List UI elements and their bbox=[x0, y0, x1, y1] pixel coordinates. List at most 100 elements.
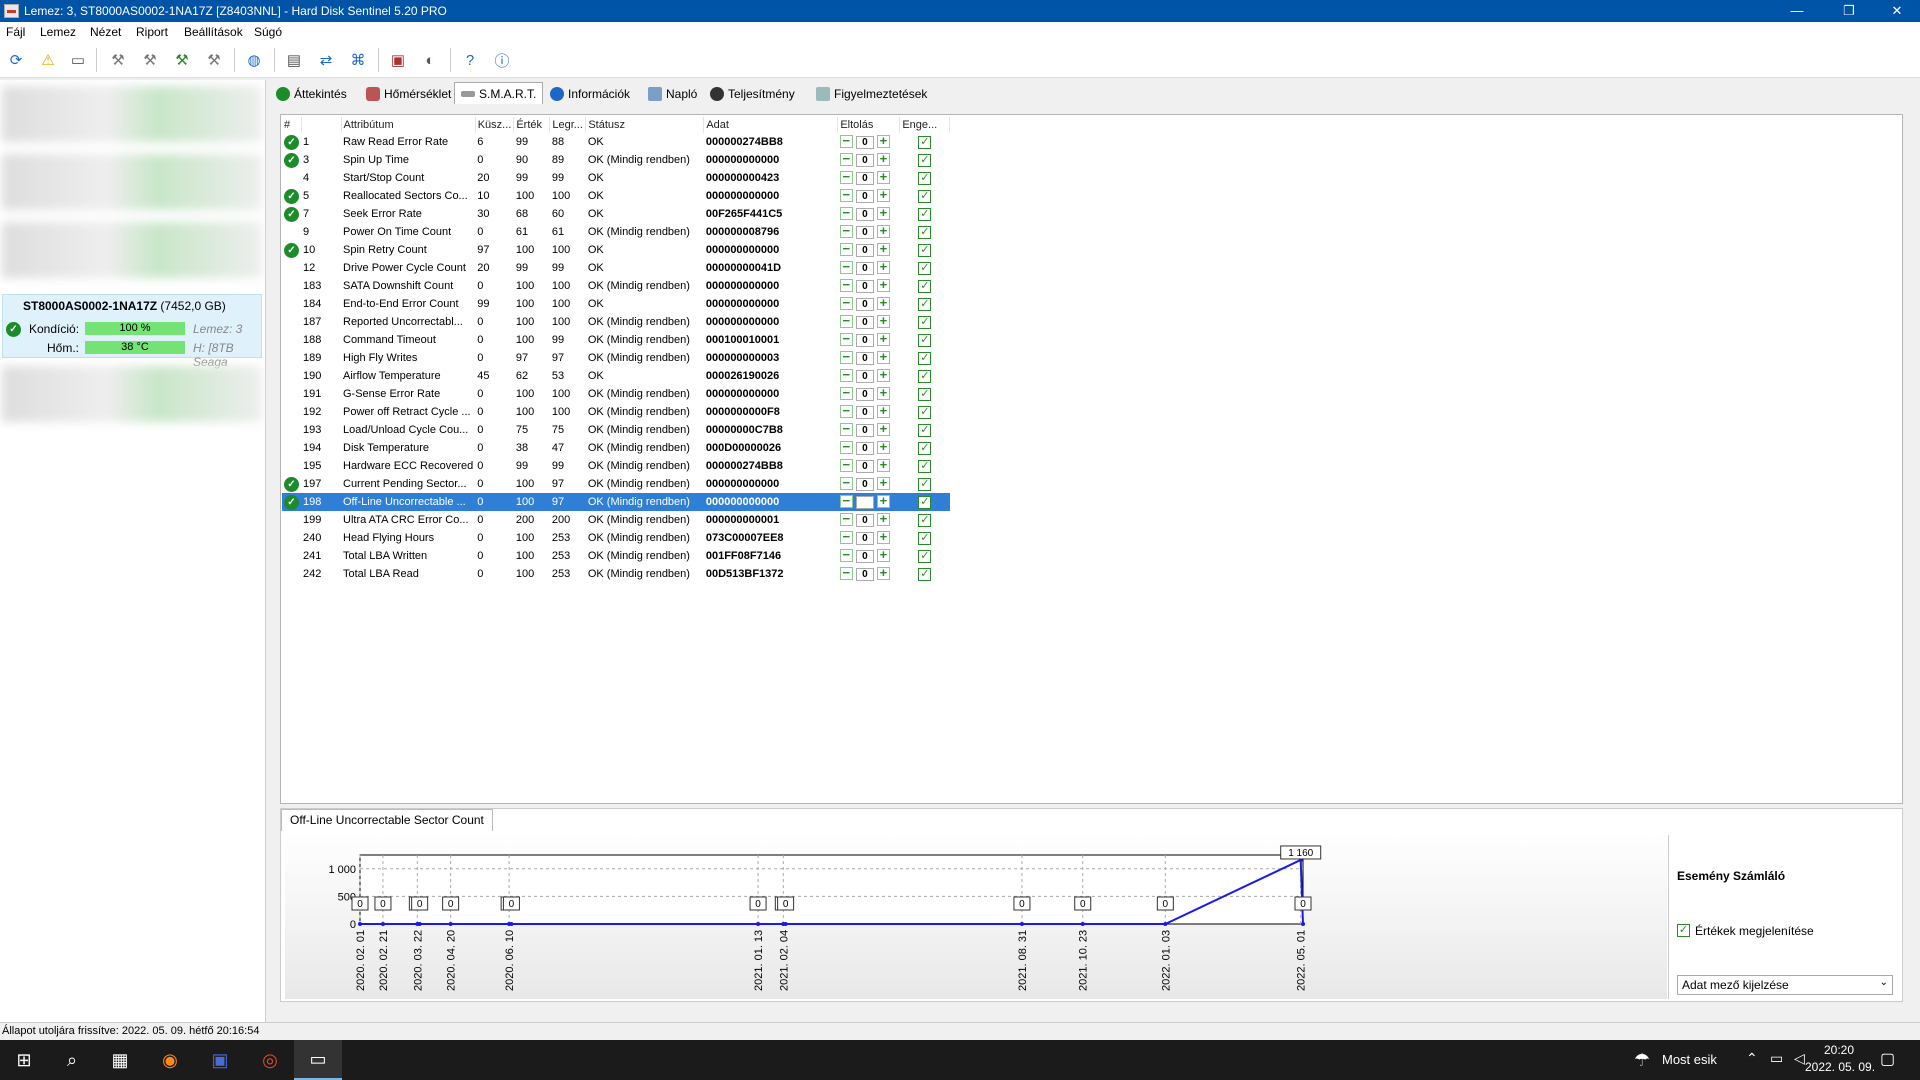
offset-value[interactable]: 0 bbox=[855, 406, 874, 419]
offset-value[interactable]: 0 bbox=[855, 352, 874, 365]
plus-button[interactable]: + bbox=[876, 260, 890, 274]
menu-view[interactable]: Nézet bbox=[90, 25, 121, 39]
offset-value[interactable]: 0 bbox=[855, 532, 874, 545]
minus-button[interactable]: − bbox=[839, 134, 853, 148]
plus-button[interactable]: + bbox=[876, 548, 890, 562]
plus-button[interactable]: + bbox=[876, 188, 890, 202]
short-test-icon[interactable]: ⚒ bbox=[170, 48, 194, 72]
minus-button[interactable]: − bbox=[839, 404, 853, 418]
blurred-disk-entry[interactable] bbox=[2, 366, 262, 422]
firefox-icon[interactable]: ◉ bbox=[146, 1040, 194, 1080]
minus-button[interactable]: − bbox=[839, 242, 853, 256]
plus-button[interactable]: + bbox=[876, 278, 890, 292]
plus-button[interactable]: + bbox=[876, 494, 890, 508]
table-row[interactable]: 4 Start/Stop Count 20 99 99 OK 000000000423 − 0… bbox=[282, 169, 950, 187]
enabled-checkbox[interactable]: ✓ bbox=[918, 225, 932, 239]
col-attribute[interactable]: Attribútum bbox=[341, 117, 476, 133]
table-row[interactable]: ✓ 7 Seek Error Rate 30 68 60 OK 00F265F441C5 − 0… bbox=[282, 205, 950, 223]
table-row[interactable]: 189 High Fly Writes 0 97 97 OK (Mindig rendbe… bbox=[282, 349, 950, 367]
minus-button[interactable]: − bbox=[839, 476, 853, 490]
search-icon[interactable]: ⌕ bbox=[48, 1040, 96, 1080]
offset-value[interactable]: 0 bbox=[855, 136, 874, 149]
table-row[interactable]: 9 Power On Time Count 0 61 61 OK (Mindig rend… bbox=[282, 223, 950, 241]
plus-button[interactable]: + bbox=[876, 440, 890, 454]
minus-button[interactable]: − bbox=[839, 314, 853, 328]
enabled-checkbox[interactable]: ✓ bbox=[918, 279, 932, 293]
offset-value[interactable]: 0 bbox=[855, 370, 874, 383]
minus-button[interactable]: − bbox=[839, 224, 853, 238]
plus-button[interactable]: + bbox=[876, 350, 890, 364]
minus-button[interactable]: − bbox=[839, 386, 853, 400]
tab-performance[interactable]: Teljesítmény bbox=[704, 84, 801, 104]
monitor-icon[interactable]: ▣ bbox=[386, 48, 410, 72]
table-row[interactable]: 242 Total LBA Read 0 100 253 OK (Mindig rendb… bbox=[282, 565, 950, 583]
table-row[interactable]: 190 Airflow Temperature 45 62 53 OK 0000261900… bbox=[282, 367, 950, 385]
tab-overview[interactable]: Áttekintés bbox=[270, 84, 353, 104]
save-app-icon[interactable]: ▣ bbox=[196, 1040, 244, 1080]
globe-icon[interactable]: ◍ bbox=[242, 48, 266, 72]
minus-button[interactable]: − bbox=[839, 206, 853, 220]
warning-icon[interactable]: ⚠ bbox=[36, 48, 60, 72]
table-row[interactable]: 240 Head Flying Hours 0 100 253 OK (Mindig re… bbox=[282, 529, 950, 547]
tray-chevron-up-icon[interactable]: ⌃ bbox=[1746, 1050, 1758, 1067]
minus-button[interactable]: − bbox=[839, 494, 853, 508]
offset-value[interactable]: 0 bbox=[855, 514, 874, 527]
offset-value[interactable]: 0 bbox=[855, 460, 874, 473]
offset-value[interactable]: 0 bbox=[855, 388, 874, 401]
plus-button[interactable]: + bbox=[876, 242, 890, 256]
table-row[interactable]: 199 Ultra ATA CRC Error Co... 0 200 200 OK (M… bbox=[282, 511, 950, 529]
blurred-disk-entry[interactable] bbox=[2, 86, 262, 142]
minus-button[interactable]: − bbox=[839, 152, 853, 166]
minus-button[interactable]: − bbox=[839, 332, 853, 346]
enabled-checkbox[interactable]: ✓ bbox=[918, 243, 932, 257]
minus-button[interactable]: − bbox=[839, 548, 853, 562]
offset-value[interactable]: 0 bbox=[855, 208, 874, 221]
minus-button[interactable]: − bbox=[839, 566, 853, 580]
plus-button[interactable]: + bbox=[876, 512, 890, 526]
report-icon[interactable]: ▤ bbox=[282, 48, 306, 72]
refresh-icon[interactable]: ⟳ bbox=[4, 48, 28, 72]
weather-text[interactable]: Most esik bbox=[1662, 1052, 1717, 1067]
show-values-checkbox[interactable]: ✓ bbox=[1677, 924, 1690, 937]
table-row[interactable]: 187 Reported Uncorrectabl... 0 100 100 OK (Mi… bbox=[282, 313, 950, 331]
minus-button[interactable]: − bbox=[839, 440, 853, 454]
plus-button[interactable]: + bbox=[876, 566, 890, 580]
blurred-disk-entry[interactable] bbox=[2, 222, 262, 278]
table-row[interactable]: ✓ 3 Spin Up Time 0 90 89 OK (Mindig rendben) 00… bbox=[282, 151, 950, 169]
help-icon[interactable]: ? bbox=[458, 48, 482, 72]
table-row[interactable]: 241 Total LBA Written 0 100 253 OK (Mindig re… bbox=[282, 547, 950, 565]
plus-button[interactable]: + bbox=[876, 314, 890, 328]
minus-button[interactable]: − bbox=[839, 512, 853, 526]
col-number[interactable]: # bbox=[282, 117, 302, 133]
plus-button[interactable]: + bbox=[876, 530, 890, 544]
offset-value[interactable]: 0 bbox=[855, 280, 874, 293]
minus-button[interactable]: − bbox=[839, 170, 853, 184]
offset-value[interactable]: 0 bbox=[855, 226, 874, 239]
selected-disk-card[interactable]: ST8000AS0002-1NA17Z (7452,0 GB) ✓ Kondíc… bbox=[2, 294, 262, 369]
offset-value[interactable]: 0 bbox=[855, 334, 874, 347]
enabled-checkbox[interactable]: ✓ bbox=[918, 153, 932, 167]
task-view-icon[interactable]: ▦ bbox=[96, 1040, 144, 1080]
offset-value[interactable]: 0 bbox=[855, 424, 874, 437]
plus-button[interactable]: + bbox=[876, 422, 890, 436]
network-icon[interactable]: ⌘ bbox=[346, 48, 370, 72]
enabled-checkbox[interactable]: ✓ bbox=[918, 207, 932, 221]
menu-file[interactable]: Fájl bbox=[6, 25, 25, 39]
app-icon[interactable] bbox=[4, 4, 19, 18]
table-row[interactable]: ✓ 198 Off-Line Uncorrectable ... 0 100 97 OK (… bbox=[282, 493, 950, 511]
plus-button[interactable]: + bbox=[876, 332, 890, 346]
extended-test-icon[interactable]: ⚒ bbox=[202, 48, 226, 72]
offset-value[interactable]: 0 bbox=[855, 244, 874, 257]
data-field-select[interactable]: Adat mező kijelzése ⌄ bbox=[1677, 975, 1893, 995]
tab-alerts[interactable]: Figyelmeztetések bbox=[810, 84, 933, 104]
minus-button[interactable]: − bbox=[839, 296, 853, 310]
test-icon[interactable]: ⚒ bbox=[106, 48, 130, 72]
clock-time[interactable]: 20:20 bbox=[1812, 1043, 1866, 1057]
offset-value[interactable]: 0 bbox=[855, 262, 874, 275]
table-row[interactable]: ✓ 1 Raw Read Error Rate 6 99 88 OK 000000274BB8… bbox=[282, 133, 950, 151]
tab-log[interactable]: Napló bbox=[642, 84, 703, 104]
enabled-checkbox[interactable]: ✓ bbox=[918, 531, 932, 545]
enabled-checkbox[interactable]: ✓ bbox=[918, 549, 932, 563]
table-row[interactable]: ✓ 5 Reallocated Sectors Co... 10 100 100 OK 000… bbox=[282, 187, 950, 205]
minus-button[interactable]: − bbox=[839, 368, 853, 382]
